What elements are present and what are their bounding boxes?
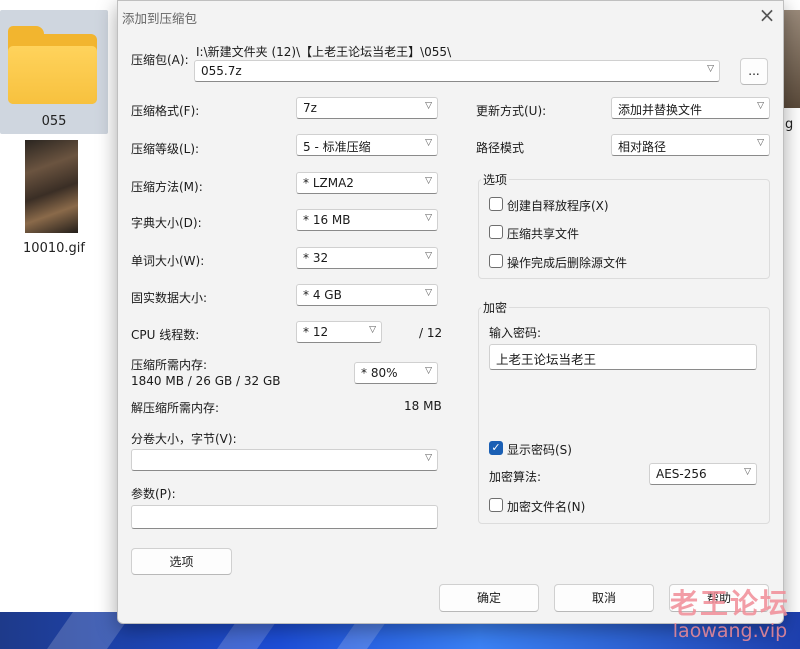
pathmode-label: 路径模式 <box>476 141 525 155</box>
options-group-title: 选项 <box>481 171 510 188</box>
params-label: 参数(P): <box>131 487 176 501</box>
dict-label: 字典大小(D): <box>131 216 202 230</box>
encrypt-names-label[interactable]: 加密文件名(N) <box>507 498 585 515</box>
gif-thumbnail <box>25 140 78 233</box>
options-button[interactable]: 选项 <box>131 548 232 575</box>
solid-select[interactable]: * 4 GB ▽ <box>296 284 438 306</box>
close-icon[interactable]: × <box>754 3 780 27</box>
chevron-down-icon: ▽ <box>757 138 764 148</box>
split-label: 分卷大小，字节(V): <box>131 432 237 446</box>
folder-label: 055 <box>41 114 67 129</box>
browse-button[interactable]: ... <box>740 58 768 85</box>
password-label: 输入密码: <box>489 326 542 340</box>
password-input[interactable]: 上老王论坛当老王 <box>489 344 757 370</box>
chevron-down-icon: ▽ <box>425 453 432 463</box>
mem-value: * 80% <box>361 366 398 380</box>
level-select[interactable]: 5 - 标准压缩 ▽ <box>296 134 438 156</box>
dict-select[interactable]: * 16 MB ▽ <box>296 209 438 231</box>
chevron-down-icon: ▽ <box>425 101 432 111</box>
cpu-value: * 12 <box>303 325 329 339</box>
chevron-down-icon: ▽ <box>707 64 714 74</box>
update-value: 添加并替换文件 <box>618 103 703 117</box>
update-select[interactable]: 添加并替换文件 ▽ <box>611 97 770 119</box>
chevron-down-icon: ▽ <box>425 176 432 186</box>
dialog-titlebar[interactable]: 添加到压缩包 × <box>118 1 783 31</box>
word-value: * 32 <box>303 251 329 265</box>
mem-detail: 1840 MB / 26 GB / 32 GB <box>131 374 281 388</box>
decomp-value: 18 MB <box>404 399 442 413</box>
mem-select[interactable]: * 80% ▽ <box>354 362 438 384</box>
word-select[interactable]: * 32 ▽ <box>296 247 438 269</box>
pathmode-value: 相对路径 <box>618 140 667 154</box>
split-combo[interactable]: ▽ <box>131 449 438 471</box>
chevron-down-icon: ▽ <box>425 366 432 376</box>
pathmode-select[interactable]: 相对路径 ▽ <box>611 134 770 156</box>
shared-checkbox[interactable] <box>489 225 503 239</box>
cpu-max: / 12 <box>419 326 443 340</box>
site-watermark: 老王论坛 laowang.vip <box>660 582 800 642</box>
archive-label: 压缩包(A): <box>131 53 189 67</box>
level-value: 5 - 标准压缩 <box>303 140 371 154</box>
format-select[interactable]: 7z ▽ <box>296 97 438 119</box>
method-label: 压缩方法(M): <box>131 180 203 194</box>
desktop-folder-055[interactable]: 055 <box>0 10 108 134</box>
sfx-label[interactable]: 创建自释放程序(X) <box>507 197 609 214</box>
desktop-file-label-partial: g <box>785 117 794 132</box>
delete-label[interactable]: 操作完成后删除源文件 <box>507 254 627 271</box>
word-label: 单词大小(W): <box>131 254 205 268</box>
chevron-down-icon: ▽ <box>744 467 751 477</box>
add-to-archive-dialog: 添加到压缩包 × 压缩包(A): I:\新建文件夹 (12)\【上老王论坛当老王… <box>117 0 784 624</box>
method-value: * LZMA2 <box>303 176 354 190</box>
dict-value: * 16 MB <box>303 213 351 227</box>
chevron-down-icon: ▽ <box>425 138 432 148</box>
delete-checkbox[interactable] <box>489 254 503 268</box>
decomp-label: 解压缩所需内存: <box>131 401 220 415</box>
show-password-checkbox[interactable]: ✓ <box>489 441 503 455</box>
mem-label: 压缩所需内存: <box>131 358 208 372</box>
ok-button[interactable]: 确定 <box>439 584 539 612</box>
solid-value: * 4 GB <box>303 288 342 302</box>
chevron-down-icon: ▽ <box>369 325 376 335</box>
watermark-title: 老王论坛 <box>669 587 790 620</box>
file-label: 10010.gif <box>23 241 85 256</box>
desktop-file-gif[interactable]: 10010.gif <box>0 140 108 260</box>
show-password-label[interactable]: 显示密码(S) <box>507 441 572 458</box>
cpu-label: CPU 线程数: <box>131 328 200 342</box>
method-select[interactable]: * LZMA2 ▽ <box>296 172 438 194</box>
encrypt-group-title: 加密 <box>481 299 510 316</box>
chevron-down-icon: ▽ <box>425 213 432 223</box>
desktop-file-thumbnail-partial[interactable] <box>784 10 800 108</box>
params-input[interactable] <box>131 505 438 529</box>
cancel-button[interactable]: 取消 <box>554 584 654 612</box>
sfx-checkbox[interactable] <box>489 197 503 211</box>
solid-label: 固实数据大小: <box>131 291 208 305</box>
format-value: 7z <box>303 101 317 115</box>
archive-name-value: 055.7z <box>201 64 242 78</box>
enc-method-select[interactable]: AES-256 ▽ <box>649 463 757 485</box>
chevron-down-icon: ▽ <box>425 288 432 298</box>
chevron-down-icon: ▽ <box>757 101 764 111</box>
archive-name-combo[interactable]: 055.7z ▽ <box>194 60 720 82</box>
enc-method-value: AES-256 <box>656 467 707 481</box>
watermark-url: laowang.vip <box>672 620 788 642</box>
folder-icon <box>8 26 97 104</box>
chevron-down-icon: ▽ <box>425 251 432 261</box>
cpu-select[interactable]: * 12 ▽ <box>296 321 382 343</box>
update-label: 更新方式(U): <box>476 104 547 118</box>
shared-label[interactable]: 压缩共享文件 <box>507 225 579 242</box>
archive-path: I:\新建文件夹 (12)\【上老王论坛当老王】\055\ <box>196 45 452 59</box>
encrypt-names-checkbox[interactable] <box>489 498 503 512</box>
enc-method-label: 加密算法: <box>489 470 542 484</box>
level-label: 压缩等级(L): <box>131 142 200 156</box>
format-label: 压缩格式(F): <box>131 104 200 118</box>
dialog-title: 添加到压缩包 <box>122 11 198 26</box>
